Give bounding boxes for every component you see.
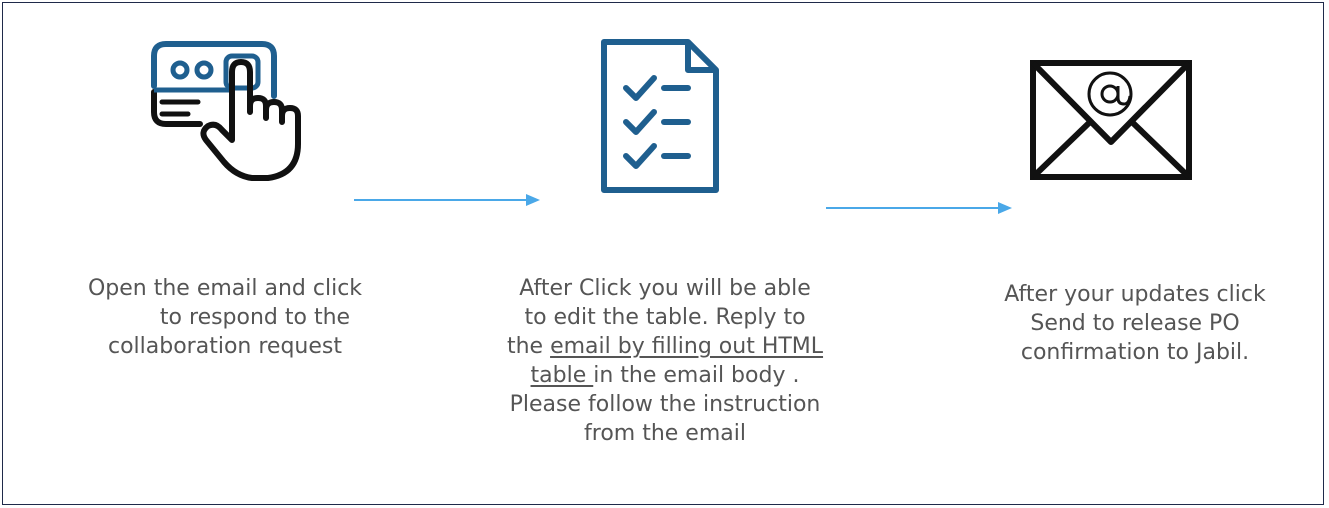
html-table-link-continued[interactable]: table	[531, 363, 594, 388]
html-table-link[interactable]: email by filling out HTML	[550, 334, 823, 359]
step-2-text: the	[506, 334, 551, 359]
flow-arrow-2	[826, 202, 1012, 214]
step-2-line: the email by filling out HTML	[460, 332, 870, 361]
step-2-text: in the email body .	[593, 363, 800, 388]
email-envelope-icon	[1030, 60, 1192, 180]
step-1-description: Open the email and click to respond to t…	[40, 274, 410, 361]
hand-click-card-icon	[151, 41, 301, 181]
step-3-description: After your updates click Send to release…	[950, 280, 1320, 367]
step-2-line: Please follow the instruction	[509, 392, 821, 417]
step-2-line: table in the email body .	[460, 361, 870, 390]
step-2-line: After Click you will be able	[519, 276, 811, 301]
step-1-line: to respond to the	[159, 305, 351, 330]
step-2-description: After Click you will be able to edit the…	[460, 274, 870, 448]
step-3-line: Send to release PO	[1030, 311, 1240, 336]
step-1-line: Open the email and click	[87, 276, 363, 301]
step-2-line: from the email	[584, 421, 746, 446]
step-3-line: confirmation to Jabil.	[1020, 340, 1250, 365]
step-2-line: to edit the table. Reply to	[524, 305, 806, 330]
checklist-document-icon	[601, 39, 719, 193]
flow-arrow-1	[354, 194, 540, 206]
step-3-line: After your updates click	[1004, 282, 1266, 307]
step-1-line: collaboration request	[108, 334, 342, 359]
